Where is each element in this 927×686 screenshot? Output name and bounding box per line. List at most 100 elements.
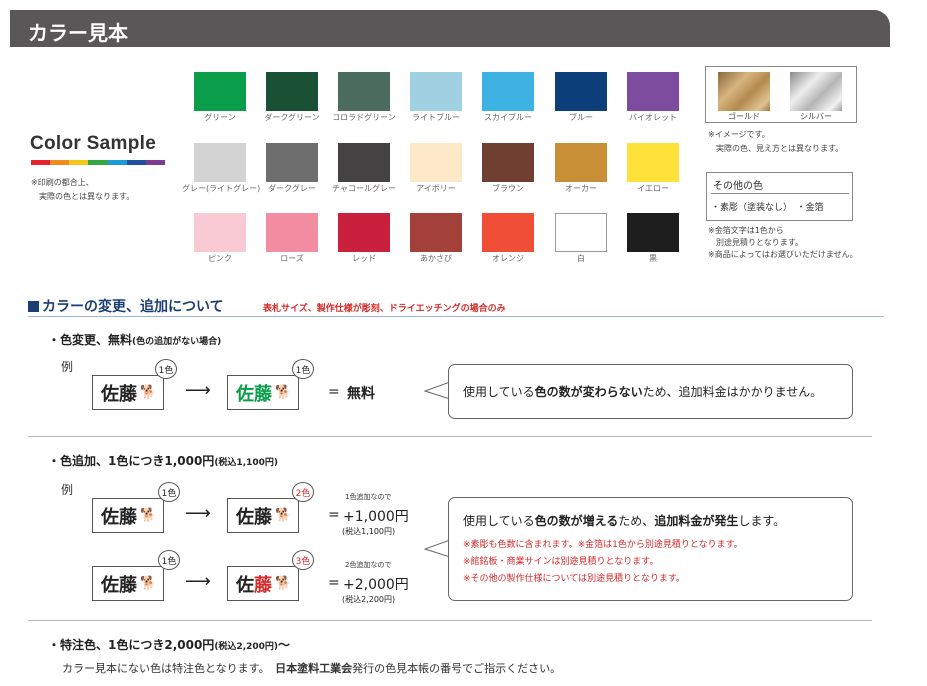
plate-name: 佐藤 <box>101 383 137 405</box>
add-title-text: ・色追加、1色につき1,000円 <box>48 454 215 468</box>
add-note: 2色追加なので <box>345 561 392 569</box>
special-desc-part: 発行の色見本帳の番号でご指示ください。 <box>352 662 562 675</box>
color-swatch <box>555 213 607 252</box>
swatch-label: アイボリー <box>416 184 456 193</box>
swatch-label: ブルー <box>569 113 593 122</box>
bubble-text: 使用している色の数が変わらないため、追加料金はかかりません。 <box>463 383 822 400</box>
metal-note: ※イメージです。 実際の色、見え方とは異なります。 <box>708 128 843 156</box>
other-note-line: ※金箔文字は1色から <box>708 226 784 235</box>
dog-icon: 🐕 <box>275 385 292 400</box>
price: +2,000円 <box>343 577 409 593</box>
swatch-label: バイオレット <box>629 113 677 122</box>
add-title-note: (税込1,100円) <box>214 458 279 468</box>
tax-price: (税込2,200円) <box>342 595 396 604</box>
plate-char: 藤 <box>254 574 272 596</box>
plate-char: 藤 <box>119 506 137 528</box>
other-colors-title: その他の色 <box>713 181 763 192</box>
bubble-text-part: します。 <box>738 514 786 528</box>
other-colors-note: ※金箔文字は1色から 別途見積りとなります。 ※商品によってはお選びいただけませ… <box>708 225 858 261</box>
equals-sign: = <box>328 384 340 400</box>
color-swatch <box>266 213 318 252</box>
special-title-tail: 〜 <box>278 638 291 652</box>
bubble-pointer <box>424 539 450 558</box>
bubble-text: 使用している色の数が増えるため、追加料金が発生します。 <box>463 512 838 529</box>
dog-icon: 🐕 <box>140 576 157 591</box>
tax-price: (税込1,100円) <box>342 527 396 536</box>
swatch-label: レッド <box>352 254 376 263</box>
color-count-badge: 1色 <box>155 359 177 379</box>
color-swatch <box>627 72 679 111</box>
color-swatch <box>555 143 607 182</box>
metal-note-line: ※イメージです。 <box>708 130 770 139</box>
red-note: ※館銘板・商業サインは別途見積りとなります。 <box>463 557 659 567</box>
plate-name: 佐藤 <box>236 383 272 405</box>
plate-char: 藤 <box>119 574 137 596</box>
swatch-label: ブラウン <box>492 184 524 193</box>
color-swatch <box>482 143 534 182</box>
gold-label: ゴールド <box>728 112 760 121</box>
info-bubble: 使用している色の数が増えるため、追加料金が発生します。 ※素彫も色数に含まれます… <box>448 497 853 601</box>
red-note: ※素彫も色数に含まれます。※金箔は1色から別途見積りとなります。 <box>463 540 743 550</box>
other-colors-box: その他の色 ・素彫（塗装なし） ・金箔 <box>706 172 853 221</box>
gold-swatch <box>718 72 770 111</box>
page-title: カラー見本 <box>10 10 890 47</box>
change-title: ・色変更、無料(色の追加がない場合) <box>48 331 221 348</box>
change-title-note: (色の追加がない場合) <box>132 337 222 347</box>
plate-after: 佐藤 🐕 <box>227 566 299 601</box>
silver-swatch <box>790 72 842 111</box>
swatch-label: オーカー <box>565 184 597 193</box>
color-swatch <box>627 213 679 252</box>
special-desc-bold: 日本塗料工業会 <box>275 662 353 675</box>
swatch-label: グリーン <box>204 113 236 122</box>
other-note-line: ※商品によってはお選びいただけません。 <box>708 250 858 259</box>
color-count-badge: 1色 <box>158 482 180 502</box>
special-desc: カラー見本にない色は特注色となります。 日本塗料工業会発行の色見本帳の番号でご指… <box>62 660 561 676</box>
plate-before: 佐藤 🐕 <box>92 375 164 410</box>
color-swatch <box>627 143 679 182</box>
swatch-label: チャコールグレー <box>332 184 396 193</box>
swatch-label: スカイブルー <box>484 113 532 122</box>
plate-char: 佐 <box>236 506 254 528</box>
color-count-badge: 1色 <box>292 359 314 379</box>
plate-after: 佐藤 🐕 <box>227 498 299 533</box>
color-swatch <box>194 143 246 182</box>
section-subheading: 表札サイズ、製作仕様が彫刻、ドライエッチングの場合のみ <box>263 304 506 314</box>
print-note-line: 実際の色とは異なります。 <box>39 192 135 201</box>
color-swatch <box>266 72 318 111</box>
section-heading: カラーの変更、追加について <box>28 296 224 316</box>
bubble-text-part: ため、 <box>618 514 655 528</box>
bubble-text-bold: 色の数が増える <box>534 514 619 528</box>
special-title: ・特注色、1色につき2,000円(税込2,200円)〜 <box>48 636 290 653</box>
special-title-note: (税込2,200円) <box>214 642 279 652</box>
rainbow-segment <box>126 160 146 165</box>
section-heading-text: カラーの変更、追加について <box>42 299 224 315</box>
rainbow-segment <box>145 160 165 165</box>
price: +1,000円 <box>343 509 409 525</box>
swatch-label: オレンジ <box>492 254 524 263</box>
other-colors-items: ・素彫（塗装なし） ・金箔 <box>711 203 824 213</box>
bubble-text-part: 使用している <box>463 514 535 528</box>
rainbow-segment <box>88 160 108 165</box>
color-count-badge: 3色 <box>292 550 314 570</box>
heading-square-icon <box>28 301 39 312</box>
color-count-badge: 1色 <box>158 550 180 570</box>
info-bubble: 使用している色の数が変わらないため、追加料金はかかりません。 <box>448 364 853 419</box>
swatch-label: ピンク <box>208 254 232 263</box>
plate-char: 佐 <box>101 506 119 528</box>
color-swatch <box>482 72 534 111</box>
red-note: ※その他の製作仕様については別途見積りとなります。 <box>463 574 685 584</box>
metal-note-line: 実際の色、見え方とは異なります。 <box>716 144 844 153</box>
divider <box>28 436 872 437</box>
rainbow-segment <box>107 160 127 165</box>
divider <box>711 193 849 194</box>
color-swatch <box>338 143 390 182</box>
equals-sign: = <box>328 507 340 523</box>
color-count-badge: 2色 <box>292 482 314 502</box>
plate-before: 佐藤 🐕 <box>92 498 164 533</box>
color-swatch <box>410 143 462 182</box>
arrow-right-icon: ⟶ <box>185 503 211 524</box>
special-title-text: ・特注色、1色につき2,000円 <box>48 638 215 652</box>
dog-icon: 🐕 <box>140 508 157 523</box>
swatch-label: コロラドグリーン <box>332 113 396 122</box>
plate-char: 佐 <box>236 574 254 596</box>
